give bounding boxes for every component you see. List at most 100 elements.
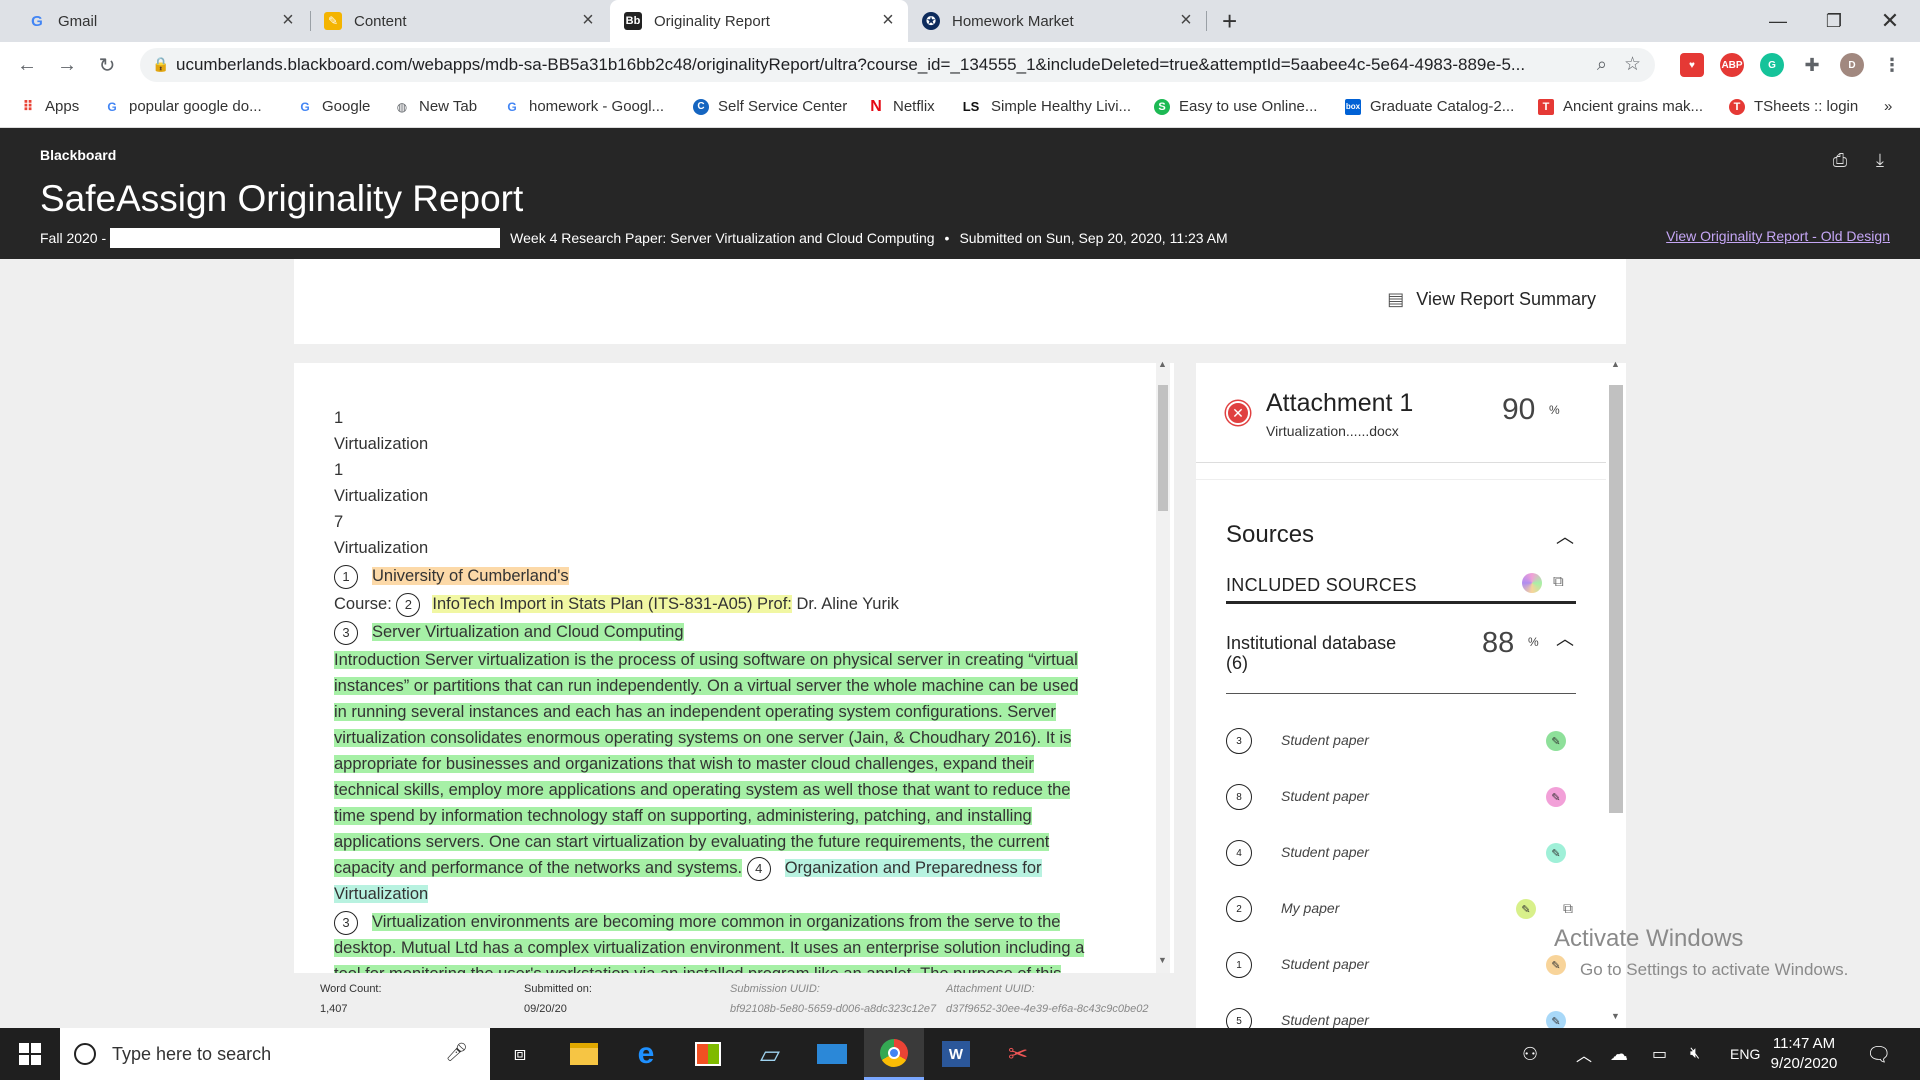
download-icon[interactable]: ⤓: [1868, 148, 1892, 172]
citation-marker[interactable]: 2: [396, 592, 421, 617]
battery-icon[interactable]: ▭: [1652, 1028, 1667, 1080]
match-highlight[interactable]: tool for monitoring the user's workstati…: [334, 965, 1062, 973]
notifications-icon[interactable]: 🗨︎: [1866, 1028, 1891, 1080]
address-bar[interactable]: 🔒 ucumberlands.blackboard.com/webapps/md…: [140, 48, 1655, 82]
taskbar-search-box[interactable]: Type here to search 🎤︎: [60, 1028, 490, 1080]
scroll-up-icon[interactable]: ▲: [1611, 359, 1620, 369]
language-indicator[interactable]: ENG: [1730, 1028, 1760, 1080]
document-icon[interactable]: ⧉: [1553, 573, 1564, 590]
match-highlight[interactable]: University of Cumberland's: [372, 567, 569, 585]
reload-button[interactable]: ↻: [92, 50, 122, 80]
match-highlight[interactable]: capacity and performance of the networks…: [334, 859, 743, 877]
highlight-pen-icon[interactable]: ✎: [1546, 955, 1566, 975]
bookmark-simple-healthy[interactable]: LS Simple Healthy Livi...: [960, 98, 1131, 115]
tab-homework-market[interactable]: ✪ Homework Market ×: [910, 0, 1206, 42]
app-button[interactable]: ▱: [740, 1028, 800, 1080]
source-item[interactable]: 4 Student paper ✎: [1226, 838, 1586, 868]
people-icon[interactable]: ⚇: [1522, 1028, 1538, 1080]
tab-originality-report[interactable]: Bb Originality Report ×: [610, 0, 908, 42]
scroll-down-icon[interactable]: ▼: [1611, 1011, 1620, 1021]
close-icon[interactable]: ×: [878, 10, 898, 30]
file-explorer-button[interactable]: [554, 1028, 614, 1080]
source-item[interactable]: 3 Student paper ✎: [1226, 726, 1586, 756]
snipping-tool-button[interactable]: ✂: [988, 1028, 1048, 1080]
match-highlight[interactable]: desktop. Mutual Ltd has a complex virtua…: [334, 939, 1085, 957]
highlight-pen-icon[interactable]: ✎: [1546, 787, 1566, 807]
edge-button[interactable]: e: [616, 1028, 676, 1080]
match-highlight[interactable]: Server Virtualization and Cloud Computin…: [372, 623, 684, 641]
pocket-extension-icon[interactable]: ♥: [1680, 53, 1704, 77]
window-close-button[interactable]: ✕: [1860, 0, 1920, 42]
bookmark-apps[interactable]: ⠿ Apps: [20, 98, 80, 115]
bookmark-ancient-grains[interactable]: T Ancient grains mak...: [1538, 98, 1703, 115]
citation-marker[interactable]: 3: [334, 910, 358, 935]
chrome-button[interactable]: [864, 1028, 924, 1080]
highlight-pen-icon[interactable]: ✎: [1516, 899, 1536, 919]
source-item[interactable]: 2 My paper ✎ ⧉: [1226, 894, 1586, 924]
new-tab-button[interactable]: +: [1222, 0, 1252, 42]
bookmark-homework[interactable]: Ghomework - Googl...: [504, 98, 664, 115]
source-item[interactable]: 1 Student paper ✎: [1226, 950, 1586, 980]
match-highlight[interactable]: technical skills, employ more applicatio…: [334, 781, 1071, 799]
institutional-database-label[interactable]: Institutional database (6): [1226, 633, 1396, 673]
bookmark-google[interactable]: G Google: [297, 98, 370, 115]
bookmark-graduate-catalog[interactable]: box Graduate Catalog-2...: [1345, 98, 1514, 115]
match-highlight[interactable]: applications servers. One can start virt…: [334, 833, 1050, 851]
onedrive-cloud-icon[interactable]: ☁: [1610, 1028, 1628, 1080]
forward-button[interactable]: →: [52, 50, 82, 80]
citation-marker[interactable]: 4: [746, 856, 771, 881]
match-highlight[interactable]: Organization and Preparedness for: [784, 859, 1042, 877]
scrollbar-thumb[interactable]: [1158, 385, 1168, 511]
mail-button[interactable]: [802, 1028, 862, 1080]
match-highlight[interactable]: instances” or partitions that can run in…: [334, 677, 1079, 695]
view-report-summary-button[interactable]: ▤ View Report Summary: [1387, 289, 1596, 310]
tray-chevron-up-icon[interactable]: ︿: [1576, 1028, 1592, 1080]
document-icon[interactable]: ⧉: [1563, 900, 1573, 917]
citation-marker[interactable]: 1: [334, 564, 358, 589]
source-item[interactable]: 5 Student paper ✎: [1226, 1006, 1586, 1028]
chevron-up-icon[interactable]: ︿: [1556, 625, 1574, 651]
adblock-extension-icon[interactable]: ABP: [1720, 53, 1744, 77]
source-item[interactable]: 8 Student paper ✎: [1226, 782, 1586, 812]
maximize-button[interactable]: ❐: [1804, 0, 1864, 42]
microphone-icon[interactable]: 🎤︎: [445, 1042, 468, 1063]
bookmark-new-tab[interactable]: ◍ New Tab: [394, 98, 477, 115]
profile-avatar[interactable]: D: [1840, 53, 1864, 77]
multi-color-highlight-icon[interactable]: [1522, 573, 1542, 593]
extensions-puzzle-icon[interactable]: ✚: [1800, 53, 1824, 77]
minimize-button[interactable]: —: [1748, 0, 1808, 42]
highlight-pen-icon[interactable]: ✎: [1546, 731, 1566, 751]
attachment-card[interactable]: ✕ Attachment 1 Virtualization......docx …: [1196, 363, 1606, 463]
bookmark-tsheets[interactable]: T TSheets :: login: [1729, 98, 1858, 115]
match-highlight[interactable]: virtualization consolidates enormous ope…: [334, 729, 1072, 747]
bookmark-popular-google[interactable]: Gpopular google do...: [104, 98, 261, 115]
bookmark-self-service[interactable]: C Self Service Center: [693, 98, 847, 115]
match-highlight[interactable]: appropriate for businesses and organizat…: [334, 755, 1034, 773]
back-button[interactable]: ←: [12, 50, 42, 80]
highlight-pen-icon[interactable]: ✎: [1546, 1011, 1566, 1028]
close-icon[interactable]: ×: [278, 10, 298, 30]
document-viewer[interactable]: 1 Virtualization 1 Virtualization 7 Virt…: [294, 363, 1174, 973]
close-icon[interactable]: ×: [578, 10, 598, 30]
word-button[interactable]: W: [926, 1028, 986, 1080]
start-button[interactable]: [0, 1028, 60, 1080]
scrollbar-thumb[interactable]: [1609, 385, 1623, 813]
chevron-up-icon[interactable]: ︿: [1556, 523, 1574, 549]
document-scrollbar[interactable]: ▲ ▼: [1156, 359, 1170, 973]
match-highlight[interactable]: InfoTech Import in Stats Plan (ITS-831-A…: [432, 595, 792, 613]
match-highlight[interactable]: Introduction Server virtualization is th…: [334, 651, 1078, 669]
volume-muted-icon[interactable]: 🔇︎: [1690, 1028, 1700, 1080]
match-highlight[interactable]: Virtualization: [334, 885, 429, 903]
bookmark-netflix[interactable]: N Netflix: [868, 98, 934, 116]
highlight-pen-icon[interactable]: ✎: [1546, 843, 1566, 863]
store-button[interactable]: [678, 1028, 738, 1080]
system-clock[interactable]: 11:47 AM 9/20/2020: [1760, 1034, 1848, 1074]
tab-gmail[interactable]: G Gmail ×: [8, 0, 308, 42]
close-icon[interactable]: ×: [1176, 10, 1196, 30]
menu-kebab-icon[interactable]: ⋮: [1880, 53, 1904, 77]
grammarly-extension-icon[interactable]: G: [1760, 53, 1784, 77]
match-highlight[interactable]: in running several instances and each ha…: [334, 703, 1056, 721]
print-icon[interactable]: ⎙: [1828, 148, 1852, 172]
bookmarks-overflow[interactable]: »: [1884, 98, 1892, 115]
old-design-link[interactable]: View Originality Report - Old Design: [1666, 228, 1890, 244]
